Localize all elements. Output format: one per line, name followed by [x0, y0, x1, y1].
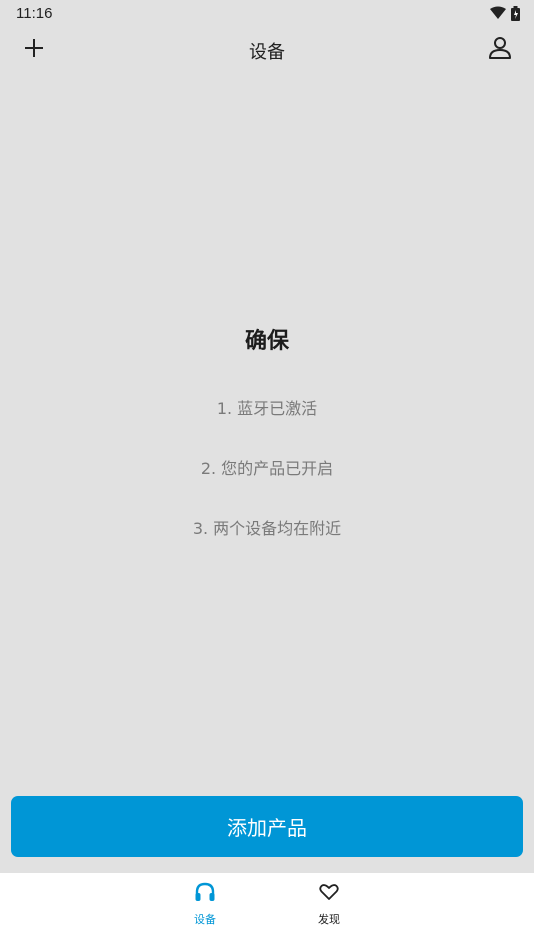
- status-bar: 11:16: [0, 0, 534, 28]
- hint-devices-nearby: 3. 两个设备均在附近: [192, 519, 342, 538]
- status-time: 11:16: [16, 5, 53, 22]
- status-icons: [490, 5, 520, 21]
- page-title: 设备: [249, 42, 285, 63]
- account-button[interactable]: [484, 34, 516, 66]
- bottom-nav: 设备 发现: [0, 873, 534, 950]
- nav-item-devices[interactable]: 设备: [165, 882, 245, 927]
- nav-item-discover[interactable]: 发现: [289, 883, 369, 927]
- user-icon: [488, 36, 512, 64]
- app-bar: 设备: [0, 28, 534, 72]
- empty-state: 确保: [0, 318, 534, 360]
- heart-icon: [319, 883, 339, 905]
- hint-bluetooth: 1. 蓝牙已激活: [216, 399, 318, 418]
- add-product-button[interactable]: 添加产品: [11, 796, 523, 857]
- battery-icon: [511, 5, 520, 21]
- headphones-icon: [194, 882, 216, 906]
- empty-state-heading: 确保: [244, 329, 289, 354]
- nav-label-devices: 设备: [194, 913, 216, 926]
- hint-product-on: 2. 您的产品已开启: [200, 459, 334, 478]
- nav-label-discover: 发现: [318, 913, 340, 926]
- wifi-icon: [490, 6, 506, 20]
